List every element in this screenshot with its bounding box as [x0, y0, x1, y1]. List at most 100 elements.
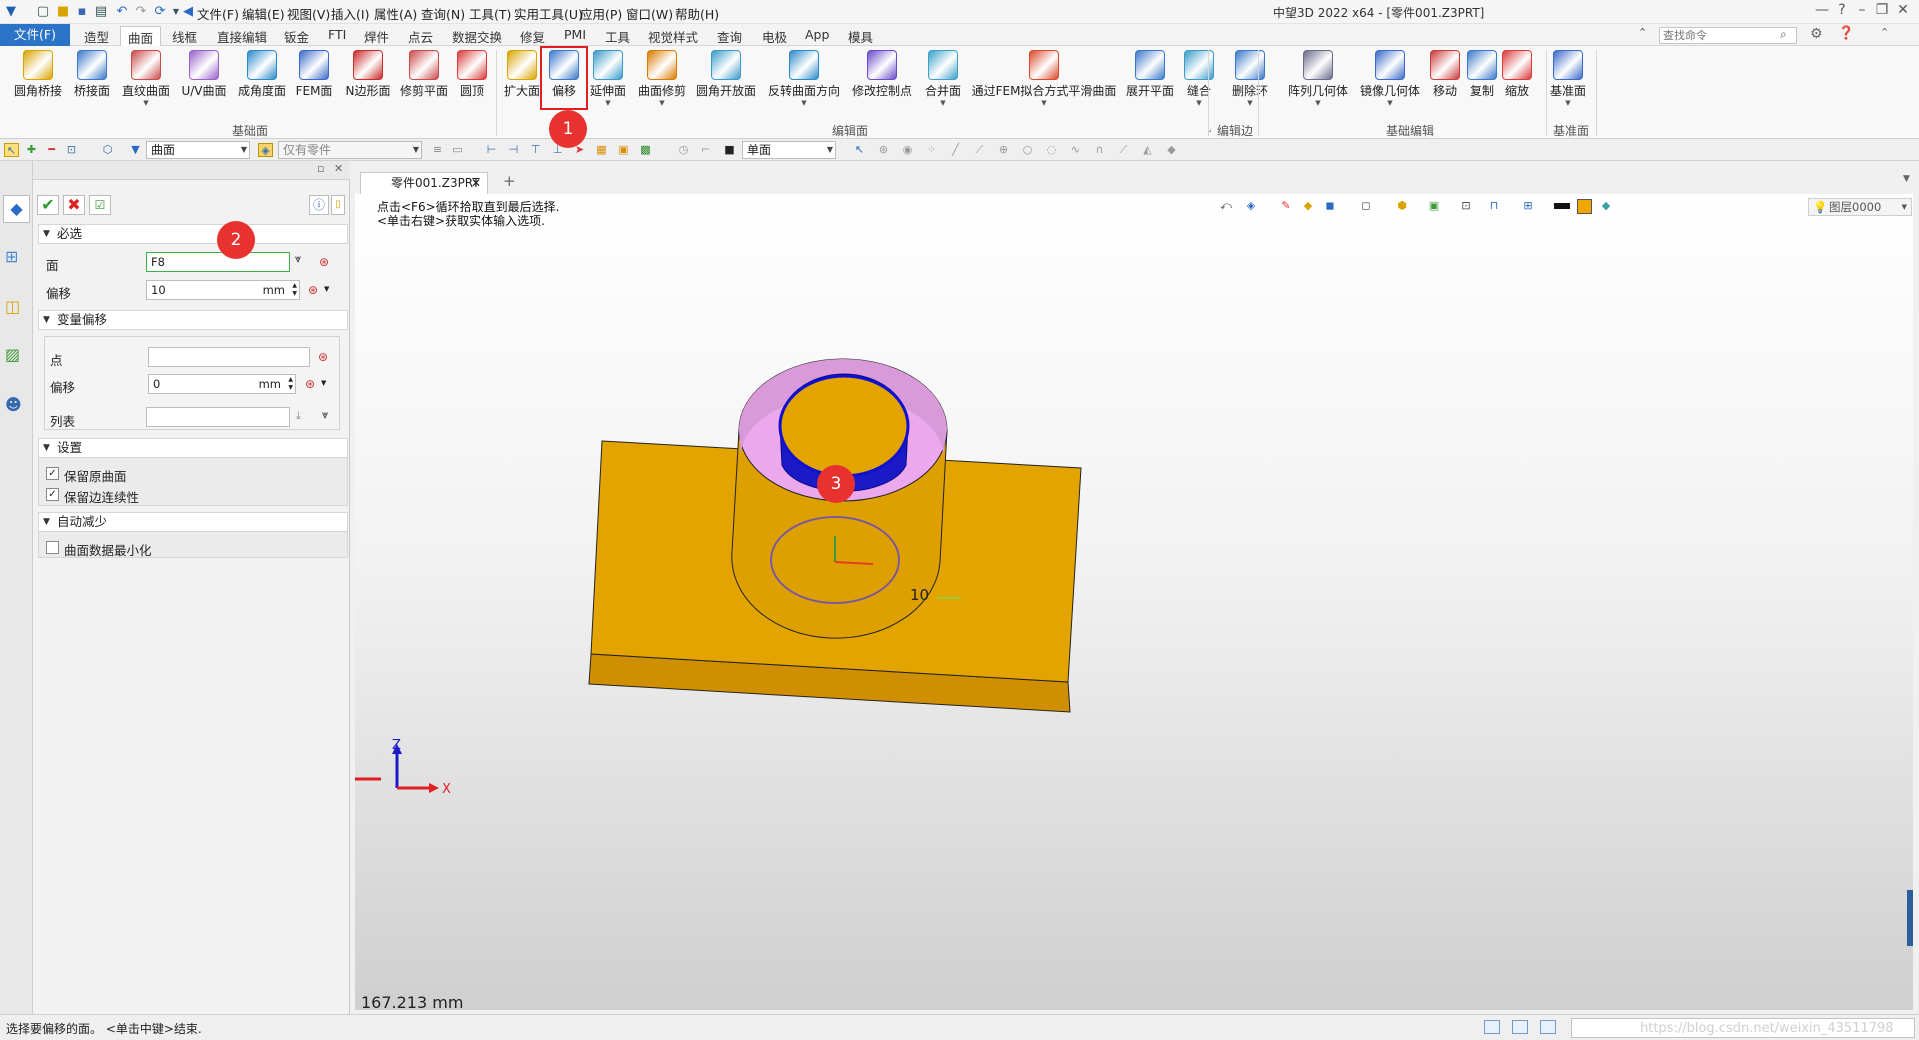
- doc-tab-close-icon[interactable]: ✕: [471, 173, 481, 193]
- list-expand-icon[interactable]: ⩔: [322, 408, 328, 422]
- timer-icon[interactable]: ◷: [676, 143, 691, 157]
- ribbon-button-11[interactable]: 延伸面 ▼: [587, 50, 629, 107]
- circle-icon[interactable]: ○: [1020, 143, 1035, 157]
- dropdown-arrow-icon[interactable]: ▼: [1547, 99, 1589, 107]
- snap-icon-1[interactable]: ⊛: [876, 143, 891, 157]
- tab-query[interactable]: 查询: [717, 27, 742, 46]
- history-tree-icon[interactable]: ⊞: [5, 247, 18, 266]
- close-window-icon[interactable]: ✕: [1893, 2, 1913, 20]
- tab-sheet-metal[interactable]: 钣金: [284, 27, 309, 46]
- open-folder-icon[interactable]: ■: [55, 4, 71, 20]
- ribbon-button-16[interactable]: 合并面 ▼: [922, 50, 964, 107]
- view-manager-icon[interactable]: ▨: [5, 345, 20, 364]
- offset-dropdown-icon[interactable]: ▼: [324, 285, 329, 293]
- ribbon-button-7[interactable]: 修剪平面: [397, 50, 451, 99]
- corner-icon[interactable]: ⌐: [698, 143, 713, 157]
- tab-file[interactable]: 文件(F): [0, 24, 70, 46]
- offset-field[interactable]: 10 mm ▲ ▼: [146, 280, 300, 300]
- tab-weldment[interactable]: 焊件: [364, 27, 389, 46]
- face-snap-icon[interactable]: ◭: [1140, 143, 1155, 157]
- ribbon-button-18[interactable]: 展开平面: [1123, 50, 1177, 99]
- line-icon[interactable]: ╱: [948, 143, 963, 157]
- ribbon-button-9[interactable]: 扩大面: [501, 50, 543, 99]
- keep-edge-checkbox[interactable]: ✓: [46, 488, 59, 501]
- remove-filter-icon[interactable]: ━: [44, 143, 59, 157]
- dropdown-arrow-icon[interactable]: ▼: [587, 99, 629, 107]
- line-icon-2[interactable]: ⟋: [972, 143, 987, 157]
- tab-app[interactable]: App: [805, 27, 829, 42]
- dropdown-arrow-icon[interactable]: ▼: [765, 99, 843, 107]
- tab-pmi[interactable]: PMI: [564, 27, 586, 42]
- dropdown-arrow-icon[interactable]: ▼: [1179, 99, 1219, 107]
- ribbon-button-8[interactable]: 圆顶: [452, 50, 492, 99]
- box-select-icon[interactable]: ⊡: [64, 143, 79, 157]
- dropdown-arrow-icon[interactable]: ▼: [963, 99, 1125, 107]
- ribbon-button-25[interactable]: 缩放: [1497, 50, 1537, 99]
- ribbon-button-12[interactable]: 曲面修剪 ▼: [635, 50, 689, 107]
- ribbon-button-14[interactable]: 反转曲面方向 ▼: [765, 50, 843, 107]
- section-variable-offset[interactable]: 变量偏移: [38, 310, 348, 330]
- list-icon[interactable]: ≡: [430, 143, 445, 157]
- print-preview-icon[interactable]: ▭: [450, 143, 465, 157]
- snap-icon-2[interactable]: ◉: [900, 143, 915, 157]
- menu-view[interactable]: 视图(V): [287, 4, 330, 23]
- face-field[interactable]: F8: [146, 252, 290, 272]
- part-filter-icon[interactable]: ◈: [258, 143, 273, 157]
- help-small-icon[interactable]: ?: [1832, 2, 1852, 20]
- save-icon[interactable]: ▪: [74, 4, 90, 20]
- print-icon[interactable]: ▤: [93, 4, 109, 20]
- list-field[interactable]: [146, 407, 290, 427]
- curve-icon[interactable]: ∩: [1092, 143, 1107, 157]
- ribbon-button-13[interactable]: 圆角开放面: [693, 50, 759, 99]
- ribbon-button-23[interactable]: 移动: [1425, 50, 1465, 99]
- doc-icon[interactable]: ▯: [331, 195, 345, 215]
- tab-fti[interactable]: FTI: [328, 27, 346, 42]
- arc-icon[interactable]: ◌: [1044, 143, 1059, 157]
- ribbon-button-4[interactable]: 成角度面: [235, 50, 289, 99]
- var-offset-field[interactable]: 0 mm ▲ ▼: [148, 374, 296, 394]
- list-import-icon[interactable]: ⤓: [296, 409, 301, 423]
- ribbon-button-26[interactable]: 基准面 ▼: [1547, 50, 1589, 107]
- snap-icon-3[interactable]: ⁘: [924, 143, 939, 157]
- point-pick-icon[interactable]: ⊛: [316, 350, 330, 364]
- point-field[interactable]: [148, 347, 310, 367]
- section-auto-reduce[interactable]: 自动减少: [38, 512, 348, 532]
- spline-icon[interactable]: ∿: [1068, 143, 1083, 157]
- new-file-icon[interactable]: ▢: [35, 4, 51, 20]
- ok-check-icon[interactable]: ✔: [37, 195, 59, 215]
- apply-icon[interactable]: ☑: [89, 195, 111, 215]
- panel-close-icon[interactable]: ✕: [334, 162, 343, 175]
- tab-direct-edit[interactable]: 直接编辑: [217, 27, 267, 46]
- group-expand-icon[interactable]: ⌟: [1208, 124, 1212, 133]
- tab-data-exchange[interactable]: 数据交换: [452, 27, 502, 46]
- cursor-icon[interactable]: ↖: [852, 143, 867, 157]
- new-tab-icon[interactable]: +: [503, 172, 516, 190]
- search-icon[interactable]: ⌕: [1780, 27, 1787, 42]
- folder-filter-icon[interactable]: ▣: [616, 143, 631, 157]
- panel-pin-icon[interactable]: ▫: [317, 162, 324, 175]
- dropdown-arrow-icon[interactable]: ▼: [922, 99, 964, 107]
- tab-wireframe[interactable]: 线框: [172, 27, 197, 46]
- ribbon-button-22[interactable]: 镜像几何体 ▼: [1357, 50, 1423, 107]
- tab-modeling[interactable]: 造型: [84, 27, 109, 46]
- keep-original-checkbox[interactable]: ✓: [46, 467, 59, 480]
- dropdown-arrow-icon[interactable]: ▼: [119, 99, 173, 107]
- undo-icon[interactable]: ↶: [114, 4, 130, 20]
- face-pick-icon[interactable]: ⊛: [317, 255, 331, 269]
- user-icon[interactable]: ☻: [5, 395, 22, 414]
- filter-combo[interactable]: 曲面 ▼: [146, 141, 250, 159]
- dropdown-arrow-icon[interactable]: ▼: [1285, 99, 1351, 107]
- status-layout-icon[interactable]: [1484, 1020, 1500, 1034]
- square-icon[interactable]: ■: [722, 143, 737, 157]
- ribbon-pin-icon[interactable]: ⌃: [1880, 26, 1889, 39]
- face-expand-icon[interactable]: ⩔: [295, 252, 301, 266]
- menu-file[interactable]: 文件(F): [197, 4, 239, 23]
- cancel-x-icon[interactable]: ✖: [63, 195, 85, 215]
- var-offset-dropdown-icon[interactable]: ▼: [321, 379, 326, 387]
- menu-tools[interactable]: 工具(T): [469, 4, 511, 23]
- tab-tools[interactable]: 工具: [605, 27, 630, 46]
- doc-tab-part001[interactable]: 零件001.Z3PRT ✕: [360, 172, 488, 194]
- minimize-window-icon[interactable]: –: [1852, 2, 1872, 20]
- part-icon[interactable]: ◫: [5, 297, 20, 316]
- redo-icon[interactable]: ↷: [133, 4, 149, 20]
